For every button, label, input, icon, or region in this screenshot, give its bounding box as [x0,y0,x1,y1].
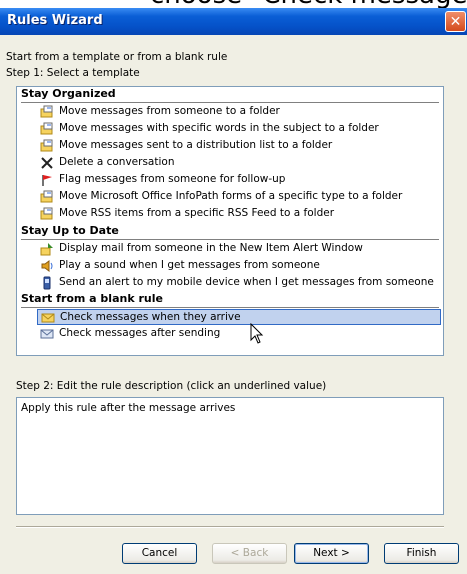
title-bar[interactable]: Rules Wizard ✕ [0,8,467,35]
template-item[interactable]: Move messages from someone to a folder [37,104,441,120]
template-item-label: Move messages from someone to a folder [59,105,280,117]
template-item-label: Flag messages from someone for follow-up [59,173,286,185]
template-item-label: Move Microsoft Office InfoPath forms of … [59,190,403,202]
alert-window-icon [40,243,53,256]
envelope-icon [41,313,55,323]
group-divider [21,307,439,308]
move-to-folder-icon [40,105,53,118]
step1-label: Step 1: Select a template [6,67,140,79]
group-header-blank-rule: Start from a blank rule [21,292,163,305]
mobile-device-icon [43,276,51,290]
sound-icon [41,260,53,272]
sent-mail-icon [40,329,54,339]
group-divider [21,102,439,103]
move-to-folder-icon [40,190,53,203]
template-item-label: Send an alert to my mobile device when I… [59,276,434,288]
intro-text: Start from a template or from a blank ru… [6,51,228,63]
template-item[interactable]: Display mail from someone in the New Ite… [37,241,441,257]
next-button[interactable]: Next > [294,543,369,564]
close-icon: ✕ [449,14,462,30]
template-item-label: Move messages with specific words in the… [59,122,379,134]
rule-description-text: Apply this rule after the message arrive… [21,402,236,414]
template-item[interactable]: Move RSS items from a specific RSS Feed … [37,206,441,222]
template-item[interactable]: Play a sound when I get messages from so… [37,258,441,274]
template-item[interactable]: Delete a conversation [37,155,441,171]
template-item[interactable]: Move messages sent to a distribution lis… [37,138,441,154]
step2-label: Step 2: Edit the rule description (click… [16,380,327,392]
template-item-label: Check messages when they arrive [60,311,241,323]
overlay-caption: choose "Check messages when [150,0,467,8]
group-header-stay-organized: Stay Organized [21,87,116,100]
template-item-label: Display mail from someone in the New Ite… [59,242,363,254]
move-to-folder-icon [40,122,53,135]
background-overlay-text: choose "Check messages when [0,0,467,8]
move-to-folder-icon [40,207,53,220]
group-header-stay-up-to-date: Stay Up to Date [21,224,119,237]
red-flag-icon [42,175,52,186]
separator [16,526,444,528]
template-item-label: Check messages after sending [59,327,221,339]
cancel-button[interactable]: Cancel [122,543,197,564]
window-title: Rules Wizard [7,13,103,28]
template-item[interactable]: Move Microsoft Office InfoPath forms of … [37,189,441,205]
mouse-pointer-icon [250,323,264,344]
back-button[interactable]: < Back [212,543,287,564]
template-item-label: Play a sound when I get messages from so… [59,259,320,271]
move-to-folder-icon [40,139,53,152]
delete-x-icon [41,157,53,169]
template-item-label: Move RSS items from a specific RSS Feed … [59,207,335,219]
finish-button[interactable]: Finish [384,543,459,564]
template-item-label: Delete a conversation [59,156,175,168]
template-item[interactable]: Flag messages from someone for follow-up [37,172,441,188]
template-list[interactable]: Stay Organized Move messages from someon… [16,86,444,356]
group-divider [21,239,439,240]
template-item-label: Move messages sent to a distribution lis… [59,139,333,151]
template-item[interactable]: Move messages with specific words in the… [37,121,441,137]
close-button[interactable]: ✕ [445,11,466,32]
template-item-selected[interactable]: Check messages when they arrive [37,309,441,325]
template-item[interactable]: Check messages after sending [37,326,441,342]
template-item[interactable]: Send an alert to my mobile device when I… [37,275,441,291]
rule-description-box[interactable]: Apply this rule after the message arrive… [16,397,444,515]
